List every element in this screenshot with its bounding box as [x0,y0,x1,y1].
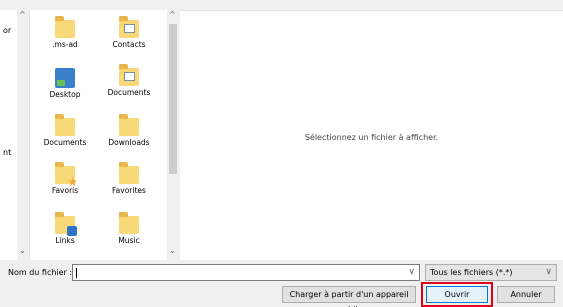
nav-item-stub[interactable]: or [3,26,11,35]
file-label: Documents [43,138,87,147]
file-item[interactable]: Music [100,212,158,245]
file-item[interactable]: Links [36,212,94,245]
documents-file-icon [119,64,139,86]
scroll-up-icon[interactable]: ^ [19,10,26,19]
file-item[interactable]: .ms-ad [36,16,94,49]
file-item[interactable]: Favorites [100,162,158,195]
scroll-down-icon[interactable]: ⌄ [19,246,26,255]
cancel-button[interactable]: Annuler [497,286,555,303]
upload-from-mobile-button[interactable]: Charger à partir d'un appareil mobile [282,286,416,307]
filter-selected: Tous les fichiers (*.*) [430,268,513,277]
desktop-icon [55,68,75,88]
scroll-down-icon[interactable]: ⌄ [169,246,176,255]
file-label: .ms-ad [52,40,78,49]
file-item[interactable]: Downloads [100,114,158,147]
preview-pane: Sélectionnez un fichier à afficher. [180,10,563,260]
text-caret [76,268,77,278]
file-grid-scrollbar[interactable]: ^ ⌄ [167,10,179,260]
open-button[interactable]: Ouvrir [426,286,488,303]
file-label: Favorites [112,186,146,195]
top-strip [0,0,563,10]
links-folder-icon [55,212,77,236]
folder-icon [55,16,75,38]
folder-icon [119,114,139,136]
nav-item-stub[interactable]: nt [3,148,11,157]
file-label: Desktop [49,90,81,99]
file-label: Downloads [108,138,150,147]
navigation-pane[interactable]: or nt ^ ⌄ [0,10,30,260]
file-item[interactable]: Documents [36,114,94,147]
folder-icon [119,162,139,184]
folder-icon [55,114,75,136]
chevron-down-icon: ∨ [545,267,552,277]
file-label: Favoris [51,186,79,195]
scroll-thumb[interactable] [169,24,177,174]
file-type-filter[interactable]: Tous les fichiers (*.*) ∨ [425,264,557,281]
file-grid[interactable]: .ms-ad Contacts Desktop Documents Docume… [30,10,178,260]
file-label: Links [55,236,75,245]
contacts-folder-icon [119,16,139,38]
file-label: Music [118,236,140,245]
file-item[interactable]: ★ Favoris [36,162,94,195]
file-item[interactable]: Contacts [100,16,158,49]
file-item[interactable]: Documents [100,64,158,97]
navigation-scrollbar[interactable]: ^ ⌄ [17,10,29,260]
scroll-up-icon[interactable]: ^ [169,10,176,19]
favorites-star-folder-icon: ★ [55,162,78,188]
filename-input[interactable]: ∨ [72,264,420,281]
filename-label: Nom du fichier : [8,268,73,277]
file-item[interactable]: Desktop [36,68,94,99]
file-label: Documents [107,88,151,97]
folder-icon [119,212,139,234]
file-label: Contacts [112,40,146,49]
preview-message: Sélectionnez un fichier à afficher. [304,133,439,142]
chevron-down-icon[interactable]: ∨ [408,267,415,277]
